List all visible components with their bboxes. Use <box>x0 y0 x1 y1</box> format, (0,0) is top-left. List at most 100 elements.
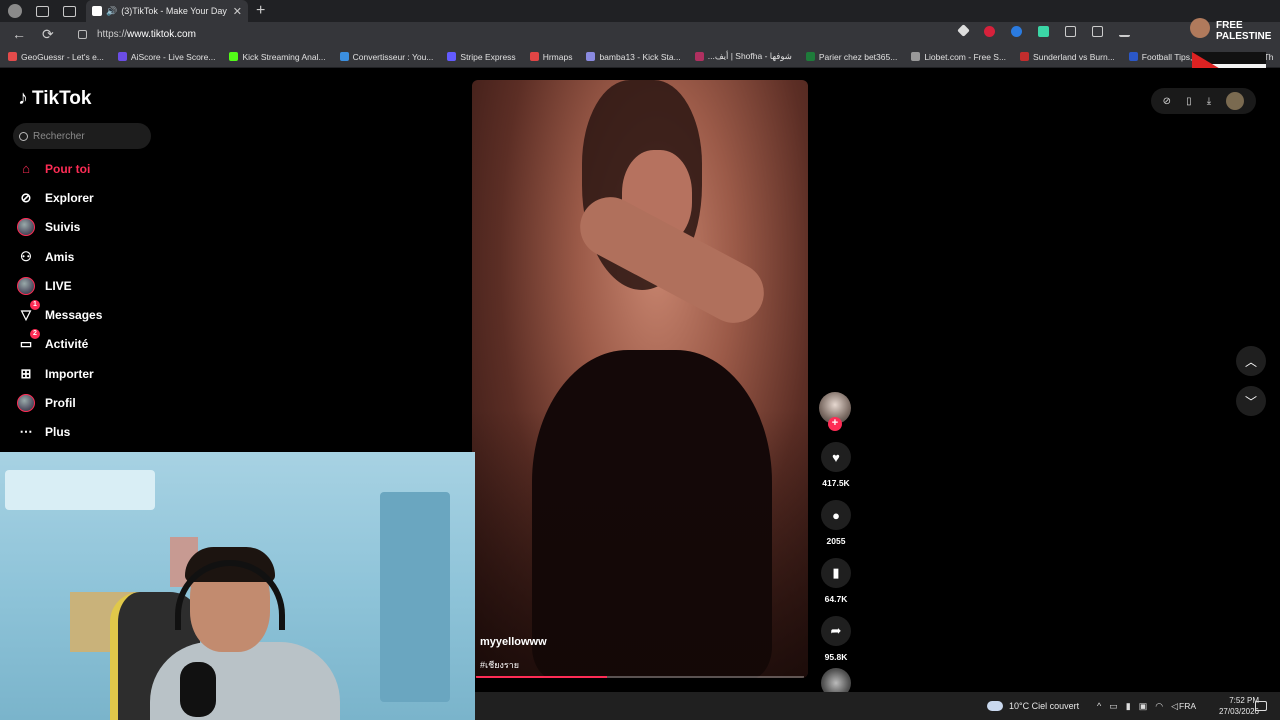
sidebar-item-importer[interactable]: ⊞ Importer <box>16 359 186 388</box>
sidebar-item-pour-toi[interactable]: ⌂ Pour toi <box>16 154 186 183</box>
compass-icon[interactable]: ⊘ <box>1163 96 1171 107</box>
extension-icon[interactable] <box>984 26 995 37</box>
bookmark-item[interactable]: Parier chez bet365... <box>805 51 898 62</box>
bookmark-item[interactable]: AiScore - Live Score... <box>117 51 216 62</box>
new-tab-button[interactable]: + <box>256 2 265 20</box>
bookmark-item[interactable]: Hrmaps <box>529 52 572 62</box>
sidebar-item-profil[interactable]: Profil <box>16 388 186 417</box>
comment-count: 2055 <box>826 536 846 546</box>
mic-icon[interactable]: ▮ <box>1126 701 1131 712</box>
comment-icon[interactable]: ● <box>821 500 851 530</box>
sidebar-item-plus[interactable]: ⋯ Plus <box>16 418 186 447</box>
heart-icon[interactable]: ♥ <box>821 442 851 472</box>
sidebar-item-label: Plus <box>45 425 71 440</box>
extension-icon[interactable] <box>957 24 970 37</box>
sidebar-item-label: Explorer <box>45 190 94 205</box>
notification-icon[interactable] <box>1255 701 1267 711</box>
network-icon[interactable]: ▭ <box>1109 701 1118 712</box>
extensions-puzzle-icon[interactable] <box>1065 26 1076 37</box>
video-player[interactable]: myyellowww #เชียงราย <box>472 80 808 678</box>
system-tray: ^ ▭ ▮ ▣ ◠ ◁ <box>1097 701 1178 712</box>
language-indicator[interactable]: FRA <box>1179 701 1196 711</box>
sidebar-item-amis[interactable]: ⚇ Amis <box>16 242 186 271</box>
workspaces-icon[interactable] <box>36 5 49 17</box>
comment-action[interactable]: ● 2055 <box>818 500 854 546</box>
bookmarks-bar: GeoGuessr - Let's e... AiScore - Live Sco… <box>0 46 1280 68</box>
sidebar-item-suivis[interactable]: Suivis <box>16 213 186 242</box>
bookmark-label: Parier chez bet365... <box>818 51 898 62</box>
reload-icon[interactable]: ⟳ <box>42 26 54 43</box>
bookmark-item[interactable]: Liobet.com - Free S... <box>911 52 1006 62</box>
friends-icon: ⚇ <box>20 248 32 264</box>
bookmark-favicon-icon <box>117 52 127 61</box>
volume-icon[interactable]: ◁ <box>1171 701 1178 712</box>
weather-widget[interactable]: 10°C Ciel couvert <box>987 701 1079 711</box>
save-action[interactable]: ▮ 64.7K <box>818 558 854 604</box>
next-video-button[interactable]: ﹀ <box>1236 386 1266 416</box>
notification-badge: 2 <box>30 329 40 340</box>
clock-time: 7:52 PM <box>1229 696 1259 705</box>
bookmark-icon[interactable]: ▮ <box>821 558 851 588</box>
creator-avatar[interactable]: + <box>819 392 851 431</box>
share-action[interactable]: ➦ 95.8K <box>818 616 854 662</box>
bookmark-favicon-icon <box>447 52 457 61</box>
bookmark-label: AiScore - Live Score... <box>130 51 216 62</box>
bookmark-item[interactable]: ...أيف | Shofha - شوفها <box>694 51 792 62</box>
back-arrow-icon[interactable]: ← <box>12 26 26 42</box>
tab-title: (3)TikTok - Make Your Day <box>121 6 227 16</box>
video-progress-bar[interactable] <box>476 676 804 678</box>
phone-icon[interactable]: ▯ <box>1186 96 1192 107</box>
extension-icon[interactable] <box>1011 26 1022 37</box>
sidebar-item-label: LIVE <box>45 278 72 293</box>
avatar <box>17 276 35 295</box>
search-icon <box>19 131 28 141</box>
bookmark-favicon-icon <box>805 52 815 61</box>
sidebar-item-messages[interactable]: ▽ 1 Messages <box>16 300 186 329</box>
avatar <box>17 394 35 413</box>
tiktok-logo[interactable]: ♪ TikTok <box>18 87 91 110</box>
sidebar-item-explorer[interactable]: ⊘ Explorer <box>16 183 186 212</box>
bookmark-label: Stripe Express <box>460 51 516 62</box>
webcam-frame <box>380 492 450 702</box>
messages-icon: ▽ 1 <box>16 300 40 325</box>
chevron-down-icon: ﹀ <box>1244 394 1257 409</box>
user-avatar[interactable] <box>1226 92 1245 110</box>
sidebar-item-live[interactable]: LIVE <box>16 271 186 300</box>
extension-icon[interactable] <box>1038 26 1049 37</box>
share-icon[interactable]: ➦ <box>821 616 851 646</box>
browser-toolbar: ← ⟳ https:// www.tiktok.com <box>0 22 1280 46</box>
split-screen-icon[interactable] <box>1092 26 1103 37</box>
sidebar-item-activit[interactable]: ▭ 2 Activité <box>16 329 186 359</box>
clock-date: 27/03/2026 <box>1218 707 1259 716</box>
close-tab-icon[interactable]: ✕ <box>233 5 242 18</box>
address-bar[interactable]: https:// www.tiktok.com <box>78 25 978 43</box>
chevron-up-icon[interactable]: ^ <box>1097 701 1101 712</box>
wifi-icon[interactable]: ◠ <box>1155 701 1163 712</box>
bookmark-item[interactable]: Convertisseur : You... <box>339 52 433 62</box>
bookmark-item[interactable]: Stripe Express <box>447 51 516 62</box>
video-author[interactable]: myyellowww <box>480 636 547 648</box>
bookmark-item[interactable]: Kick Streaming Anal... <box>229 52 326 62</box>
profile-icon[interactable] <box>8 4 22 18</box>
bookmark-item[interactable]: GeoGuessr - Let's e... <box>8 52 104 62</box>
tab-actions-icon[interactable] <box>63 5 76 17</box>
video-hashtag[interactable]: #เชียงราย <box>480 658 519 672</box>
speaker-icon[interactable]: 🔊 <box>106 6 117 17</box>
download-icon[interactable]: ⤓ <box>1207 96 1211 107</box>
clock[interactable]: 7:52 PM 27/03/2026 <box>1195 695 1259 717</box>
search-input[interactable]: Rechercher <box>13 123 151 149</box>
download-icon[interactable] <box>1119 26 1130 37</box>
bookmark-favicon-icon <box>586 52 596 61</box>
cloud-icon <box>987 701 1003 711</box>
sidebar-item-label: Profil <box>45 396 76 411</box>
previous-video-button[interactable]: ︿ <box>1236 346 1266 376</box>
browser-tab-tiktok[interactable]: 🔊 (3)TikTok - Make Your Day ✕ <box>86 0 248 22</box>
notification-badge: 1 <box>30 300 40 311</box>
like-action[interactable]: ♥ 417.5K <box>818 442 854 488</box>
bookmark-item[interactable]: Sunderland vs Burn... <box>1020 52 1115 62</box>
display-icon[interactable]: ▣ <box>1139 701 1148 712</box>
lock-icon[interactable] <box>78 29 87 39</box>
bookmark-item[interactable]: bamba13 - Kick Sta... <box>586 52 681 62</box>
webcam-overlay <box>0 452 475 720</box>
follow-plus-icon[interactable]: + <box>828 417 842 431</box>
